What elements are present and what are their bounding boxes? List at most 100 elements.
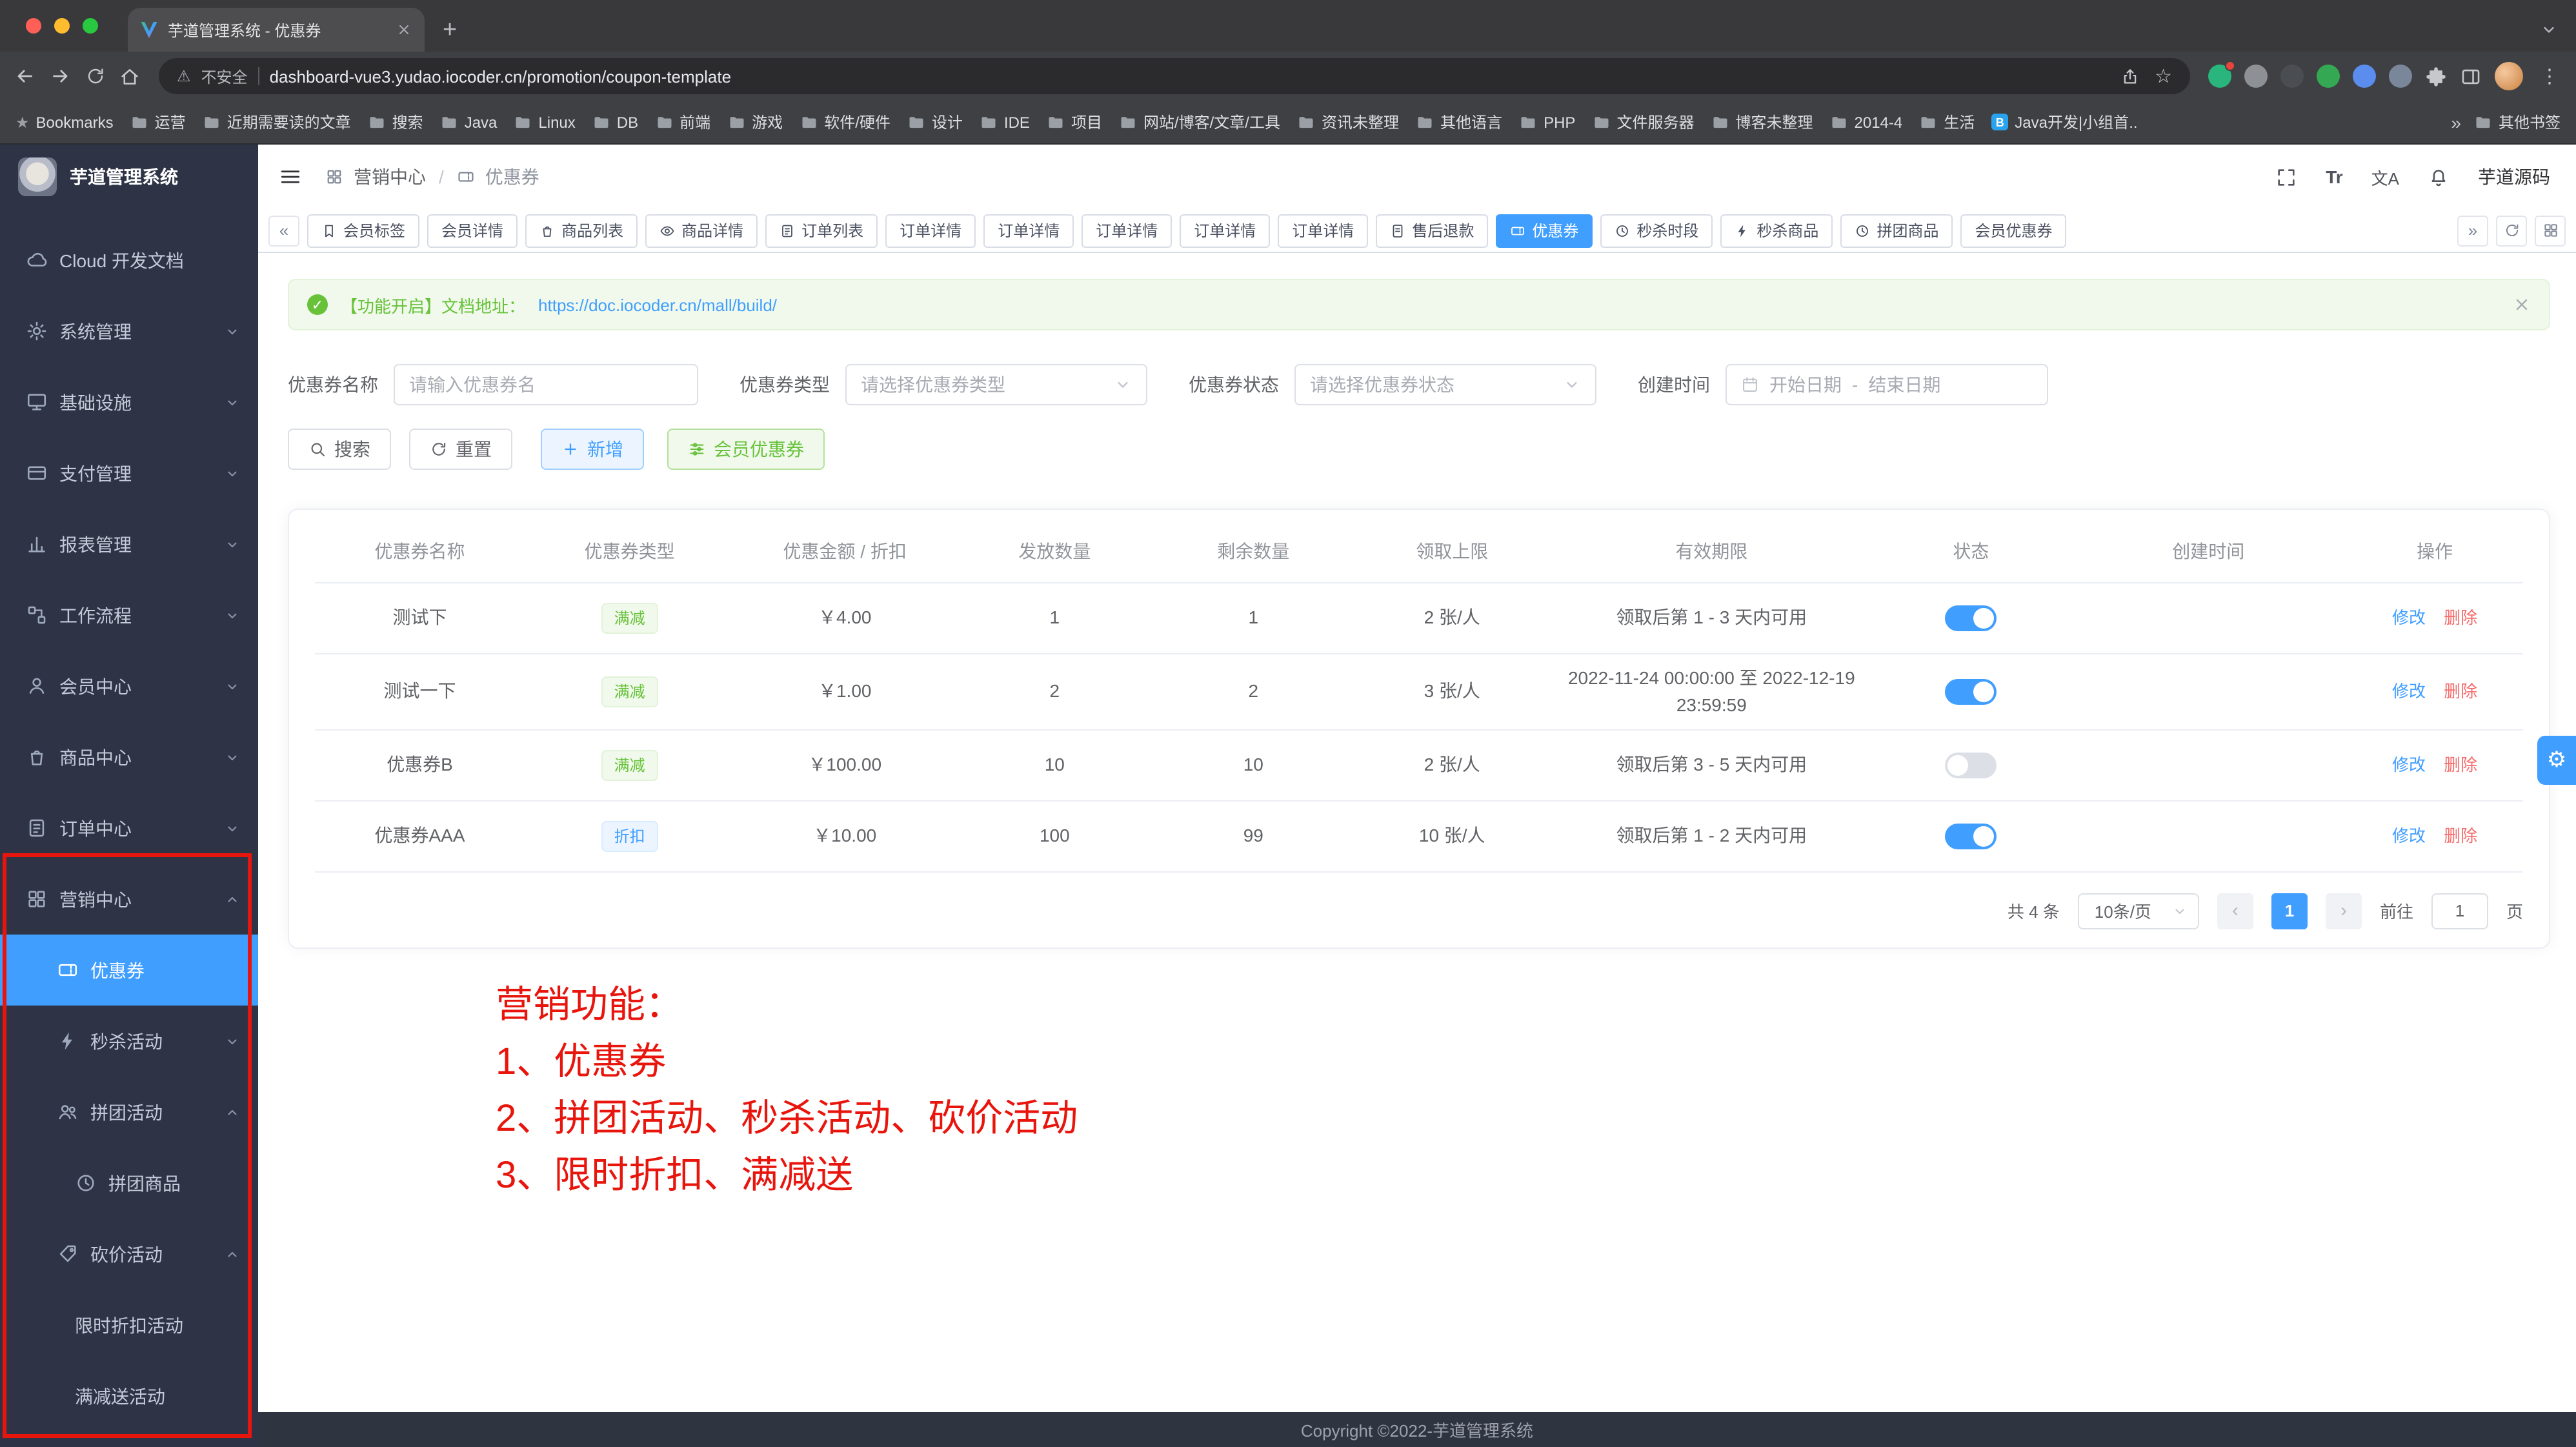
tags-view-tab[interactable]: 优惠券 xyxy=(1496,214,1593,247)
browser-menu-icon[interactable]: ⋮ xyxy=(2536,65,2563,88)
tab-search-chevron-icon[interactable] xyxy=(2540,21,2558,39)
sidebar-menu-item[interactable]: 拼团活动 xyxy=(0,1077,258,1148)
tags-view-tab[interactable]: 订单详情 xyxy=(885,214,976,247)
tabs-refresh-button[interactable] xyxy=(2496,215,2527,246)
tags-view-tab[interactable]: 商品详情 xyxy=(645,214,758,247)
extension-1-icon[interactable] xyxy=(2244,65,2268,88)
edit-link[interactable]: 修改 xyxy=(2392,682,2426,701)
next-page-button[interactable]: › xyxy=(2326,893,2362,929)
sidebar-menu-item[interactable]: 系统管理 xyxy=(0,296,258,367)
coupon-type-select[interactable]: 请选择优惠券类型 xyxy=(845,364,1147,405)
status-toggle[interactable] xyxy=(1945,605,1997,631)
home-icon[interactable] xyxy=(119,65,141,87)
collapse-menu-icon[interactable] xyxy=(279,165,302,188)
bookmark-item[interactable]: 软件/硬件 xyxy=(800,111,891,133)
sidebar-menu-item[interactable]: 工作流程 xyxy=(0,580,258,651)
fullscreen-icon[interactable] xyxy=(2275,166,2297,188)
bookmark-item[interactable]: 网站/博客/文章/工具 xyxy=(1119,111,1280,133)
alert-doc-link[interactable]: https://doc.iocoder.cn/mall/build/ xyxy=(538,295,777,314)
bookmark-item[interactable]: BJava开发|小组首.. xyxy=(1991,111,2137,133)
edit-link[interactable]: 修改 xyxy=(2392,826,2426,845)
status-toggle[interactable] xyxy=(1945,753,1997,778)
bookmark-item[interactable]: ★Bookmarks xyxy=(15,113,114,131)
tabs-scroll-left-button[interactable]: « xyxy=(268,215,299,246)
tabs-layout-button[interactable] xyxy=(2535,215,2566,246)
extension-2-icon[interactable] xyxy=(2280,65,2304,88)
new-tab-button[interactable]: + xyxy=(443,18,457,43)
tags-view-tab[interactable]: 秒杀时段 xyxy=(1600,214,1713,247)
add-button[interactable]: 新增 xyxy=(541,429,644,470)
share-icon[interactable] xyxy=(2120,66,2139,86)
tags-view-tab[interactable]: 会员标签 xyxy=(307,214,419,247)
sidebar-menu-item[interactable]: 满减送活动 xyxy=(0,1361,258,1432)
bookmark-item[interactable]: 搜索 xyxy=(368,111,423,133)
delete-link[interactable]: 删除 xyxy=(2444,608,2477,627)
status-toggle[interactable] xyxy=(1945,679,1997,705)
extensions-puzzle-icon[interactable] xyxy=(2425,65,2447,87)
font-size-icon[interactable]: Tr xyxy=(2326,167,2342,187)
reload-icon[interactable] xyxy=(85,66,106,86)
vue-devtools-icon[interactable] xyxy=(2208,65,2231,88)
app-logo[interactable]: 芋道管理系统 xyxy=(0,145,258,209)
tags-view-tab[interactable]: 售后退款 xyxy=(1376,214,1488,247)
window-zoom-button[interactable] xyxy=(83,18,98,34)
delete-link[interactable]: 删除 xyxy=(2444,755,2477,774)
sidebar-menu-item[interactable]: 商品中心 xyxy=(0,722,258,793)
browser-tab[interactable]: 芋道管理系统 - 优惠券 xyxy=(128,8,425,52)
bookmark-star-icon[interactable]: ☆ xyxy=(2155,66,2172,86)
tabs-scroll-right-button[interactable]: » xyxy=(2457,215,2488,246)
sidebar-menu-item[interactable]: 营销中心 xyxy=(0,864,258,935)
bookmark-item[interactable]: PHP xyxy=(1519,113,1575,131)
sidebar-menu-item[interactable]: 砍价活动 xyxy=(0,1219,258,1290)
breadcrumb-item[interactable]: 营销中心 xyxy=(354,164,426,190)
tags-view-tab[interactable]: 会员详情 xyxy=(427,214,518,247)
language-icon[interactable]: 文A xyxy=(2371,165,2399,189)
member-coupon-button[interactable]: 会员优惠券 xyxy=(667,429,825,470)
goto-page-input[interactable]: 1 xyxy=(2431,893,2488,929)
bookmark-item[interactable]: 其他语言 xyxy=(1416,111,1502,133)
forward-icon[interactable] xyxy=(49,65,72,88)
bookmark-item[interactable]: DB xyxy=(592,113,638,131)
status-toggle[interactable] xyxy=(1945,824,1997,849)
extension-3-icon[interactable] xyxy=(2317,65,2340,88)
edit-link[interactable]: 修改 xyxy=(2392,608,2426,627)
profile-avatar[interactable] xyxy=(2495,62,2523,90)
window-minimize-button[interactable] xyxy=(54,18,70,34)
coupon-status-select[interactable]: 请选择优惠券状态 xyxy=(1294,364,1596,405)
bookmark-item[interactable]: 设计 xyxy=(907,111,963,133)
other-bookmarks-button[interactable]: 其他书签 xyxy=(2474,111,2561,133)
bookmark-item[interactable]: 运营 xyxy=(130,111,186,133)
tab-close-icon[interactable] xyxy=(396,22,412,37)
settings-gear-button[interactable]: ⚙ xyxy=(2537,736,2576,785)
bookmark-item[interactable]: 游戏 xyxy=(727,111,783,133)
tags-view-tab[interactable]: 订单详情 xyxy=(1082,214,1172,247)
bookmark-item[interactable]: IDE xyxy=(980,113,1030,131)
delete-link[interactable]: 删除 xyxy=(2444,682,2477,701)
tags-view-tab[interactable]: 商品列表 xyxy=(525,214,638,247)
alert-close-icon[interactable] xyxy=(2513,296,2531,314)
bookmark-item[interactable]: 文件服务器 xyxy=(1592,111,1694,133)
bookmark-item[interactable]: Linux xyxy=(514,113,575,131)
bookmark-item[interactable]: 生活 xyxy=(1919,111,1975,133)
edit-link[interactable]: 修改 xyxy=(2392,755,2426,774)
tags-view-tab[interactable]: 订单详情 xyxy=(983,214,1074,247)
bookmarks-overflow-button[interactable]: » xyxy=(2451,112,2461,132)
tags-view-tab[interactable]: 秒杀商品 xyxy=(1720,214,1833,247)
user-menu[interactable]: 芋道源码 xyxy=(2478,164,2550,190)
side-panel-icon[interactable] xyxy=(2460,65,2482,87)
tags-view-tab[interactable]: 订单详情 xyxy=(1278,214,1368,247)
sidebar-menu-item[interactable]: 订单中心 xyxy=(0,793,258,864)
bookmark-item[interactable]: 资讯未整理 xyxy=(1297,111,1399,133)
extension-5-icon[interactable] xyxy=(2389,65,2412,88)
bookmark-item[interactable]: 前端 xyxy=(655,111,710,133)
tags-view-tab[interactable]: 订单列表 xyxy=(765,214,878,247)
bookmark-item[interactable]: 项目 xyxy=(1047,111,1102,133)
delete-link[interactable]: 删除 xyxy=(2444,826,2477,845)
sidebar-menu-item[interactable]: 拼团商品 xyxy=(0,1148,258,1219)
sidebar-menu-item[interactable]: 报表管理 xyxy=(0,509,258,580)
sidebar-menu-item[interactable]: Cloud 开发文档 xyxy=(0,225,258,296)
tags-view-tab[interactable]: 订单详情 xyxy=(1180,214,1270,247)
bookmark-item[interactable]: 博客未整理 xyxy=(1711,111,1813,133)
sidebar-menu-item[interactable]: 优惠券 xyxy=(0,935,258,1006)
window-close-button[interactable] xyxy=(26,18,41,34)
